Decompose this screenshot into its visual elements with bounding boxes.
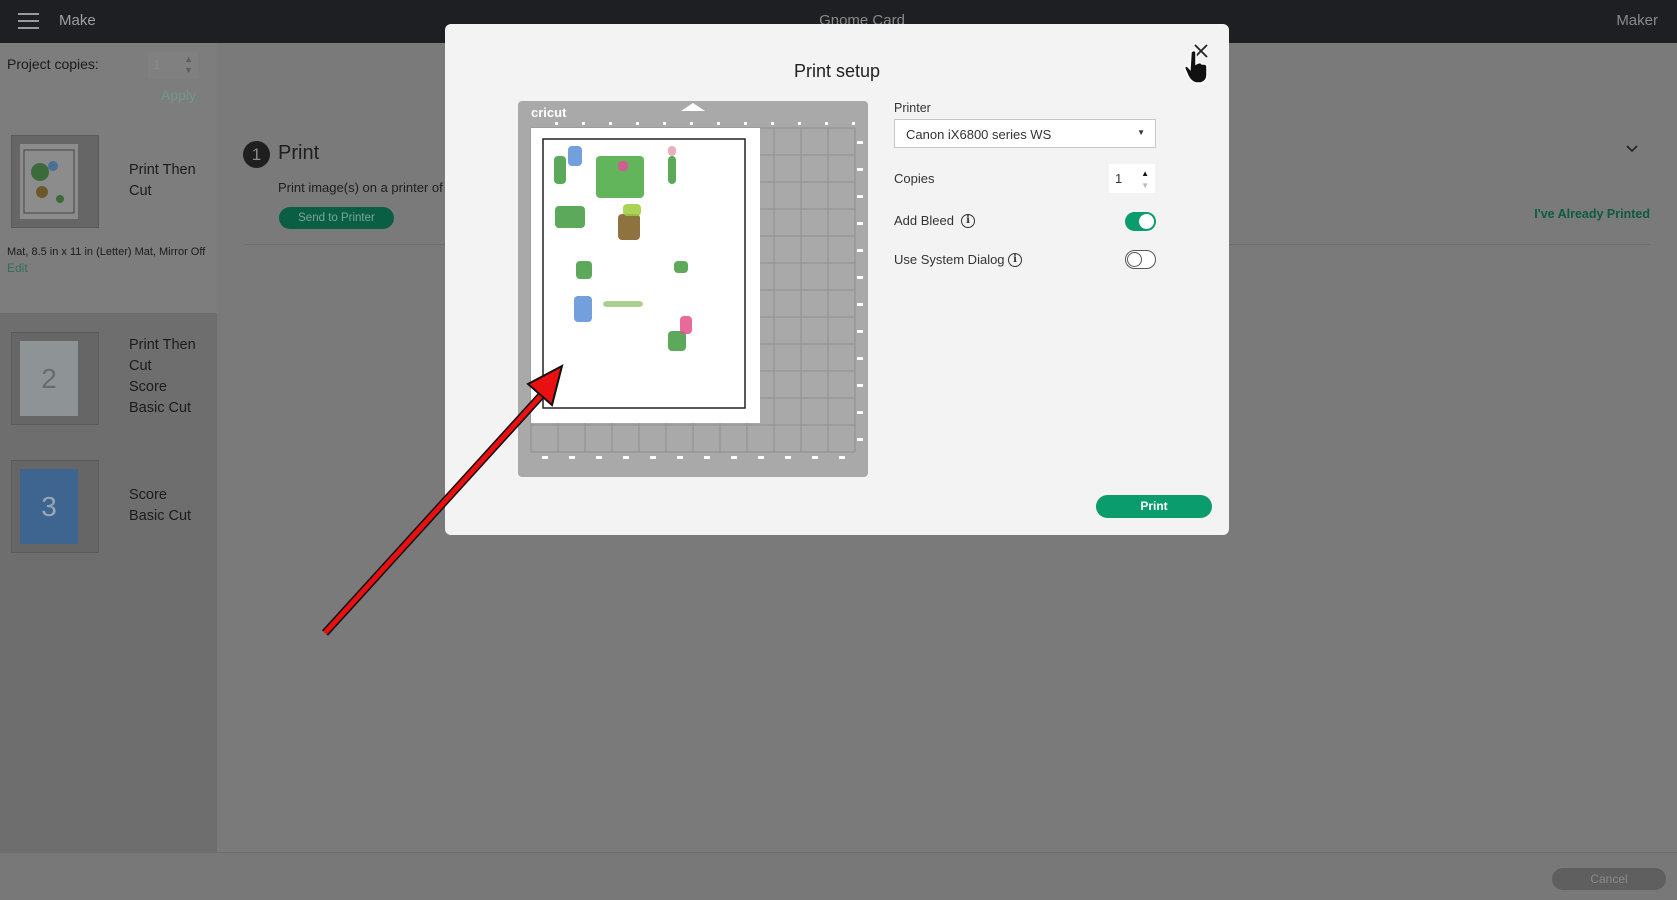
design-image [618,161,628,171]
section-title: Make [59,12,96,29]
mat-preview: cricut [518,101,868,477]
add-bleed-label: Add Bleed [894,213,954,228]
mat-2-thumbnail[interactable]: 2 [11,332,99,425]
mat-1-label: Print Then Cut [129,162,196,199]
project-copies-input[interactable]: 1 ▲ ▼ [148,52,198,79]
design-image [623,204,641,216]
print-button[interactable]: Print [1096,495,1212,518]
design-image [554,156,566,184]
printer-label: Printer [894,101,931,115]
copies-label: Copies [894,171,935,186]
system-dialog-label: Use System Dialog [894,252,1005,267]
design-image [668,156,676,184]
system-dialog-toggle[interactable] [1125,250,1156,269]
hamburger-icon[interactable] [18,13,39,29]
project-copies-label: Project copies: [7,56,99,72]
design-image [574,296,592,322]
info-icon[interactable]: i [961,214,975,228]
info-icon[interactable]: i [1008,253,1022,267]
machine-selector[interactable]: Maker [1616,12,1658,29]
copies-value: 1 [153,57,161,72]
mat-grid [530,103,863,459]
stepper-icon[interactable]: ▲ ▼ [184,54,193,76]
step-description: Print image(s) on a printer of [278,180,443,195]
bottom-bar [0,852,1677,900]
design-image [568,146,582,166]
copies-input[interactable]: 1 ▲ ▼ [1109,164,1155,193]
design-image [674,261,688,273]
mat-2-label[interactable]: Print Then Cut Score Basic Cut [129,335,196,419]
mat-1-thumbnail[interactable] [11,135,99,228]
edit-link[interactable]: Edit [7,261,28,275]
hand-cursor-icon [1183,48,1211,84]
design-image [618,214,640,240]
add-bleed-toggle[interactable] [1125,212,1156,231]
mat-3-thumbnail[interactable]: 3 [11,460,99,553]
dialog-title: Print setup [793,61,881,81]
send-to-printer-button[interactable]: Send to Printer [279,207,394,229]
printer-select[interactable]: Canon iX6800 series WS ▼ [894,119,1156,148]
design-image [680,316,692,334]
mat-3-label[interactable]: Score Basic Cut [129,485,191,527]
cancel-button[interactable]: Cancel [1552,868,1666,890]
design-image [576,261,592,279]
mat-1-details: Mat, 8.5 in x 11 in (Letter) Mat, Mirror… [7,246,206,258]
chevron-down-icon[interactable] [1626,142,1638,154]
printer-value: Canon iX6800 series WS [906,127,1052,142]
design-image [668,146,676,156]
design-image [555,206,585,228]
apply-button[interactable]: Apply [161,87,196,103]
dropdown-caret-icon: ▼ [1137,128,1145,137]
step-title: Print [278,142,320,164]
design-image [668,331,686,351]
copies-stepper-icon[interactable]: ▲ ▼ [1141,168,1149,192]
already-printed-link[interactable]: I've Already Printed [1534,207,1650,221]
step-number-badge: 1 [243,141,270,168]
copies-value: 1 [1115,171,1123,186]
design-image [603,301,643,307]
